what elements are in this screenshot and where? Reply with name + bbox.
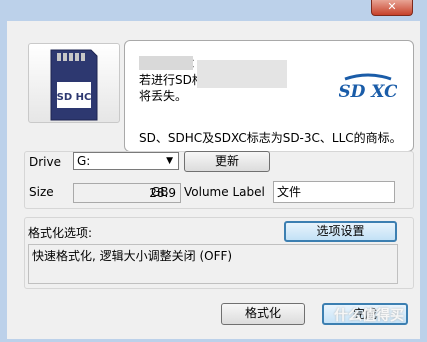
blurred-region <box>197 60 287 88</box>
drive-select-value: G: <box>77 154 91 168</box>
sdxc-logo-text: SD XC <box>339 82 397 102</box>
drive-label: Drive <box>29 155 61 169</box>
chevron-down-icon: ▼ <box>166 156 173 166</box>
window-close-button[interactable]: ✕ <box>371 0 413 16</box>
sdhc-logo-text: SD HC <box>57 92 92 103</box>
window-frame: ✕ SD HC SD/SDHC 若进行SD格式 将丢失。 <box>0 0 427 342</box>
sd-card-panel: SD HC <box>28 43 120 123</box>
info-panel: SD/SDHC 若进行SD格式 将丢失。 SD、SDHC及SDXC标志为SD-3… <box>124 40 414 152</box>
format-options-description: 快速格式化, 逻辑大小调整关闭 (OFF) <box>28 244 398 284</box>
drive-select[interactable]: G: ▼ <box>73 152 179 170</box>
info-text-block: SD/SDHC 若进行SD格式 将丢失。 <box>139 56 339 104</box>
blurred-region <box>139 56 193 70</box>
trademark-note: SD、SDHC及SDXC标志为SD-3C、LLC的商标。 <box>139 131 402 145</box>
volume-label: Volume Label <box>184 185 265 199</box>
sdhc-card-icon: SD HC <box>50 49 98 121</box>
size-unit: GB <box>151 185 169 199</box>
watermark-text: 什么值得买 <box>334 308 404 324</box>
sdxc-logo-icon: SD XC <box>339 73 397 102</box>
info-line-3: 将丢失。 <box>139 89 188 103</box>
format-options-label: 格式化选项: <box>28 226 93 240</box>
dialog-body: SD HC SD/SDHC 若进行SD格式 将丢失。 SD、SDHC及SDXC标… <box>7 21 420 339</box>
size-label: Size <box>29 185 54 199</box>
refresh-button[interactable]: 更新 <box>184 151 270 172</box>
option-settings-button[interactable]: 选项设置 <box>284 221 397 242</box>
format-button[interactable]: 格式化 <box>221 303 305 325</box>
volume-label-input[interactable]: 文件 <box>273 181 395 203</box>
